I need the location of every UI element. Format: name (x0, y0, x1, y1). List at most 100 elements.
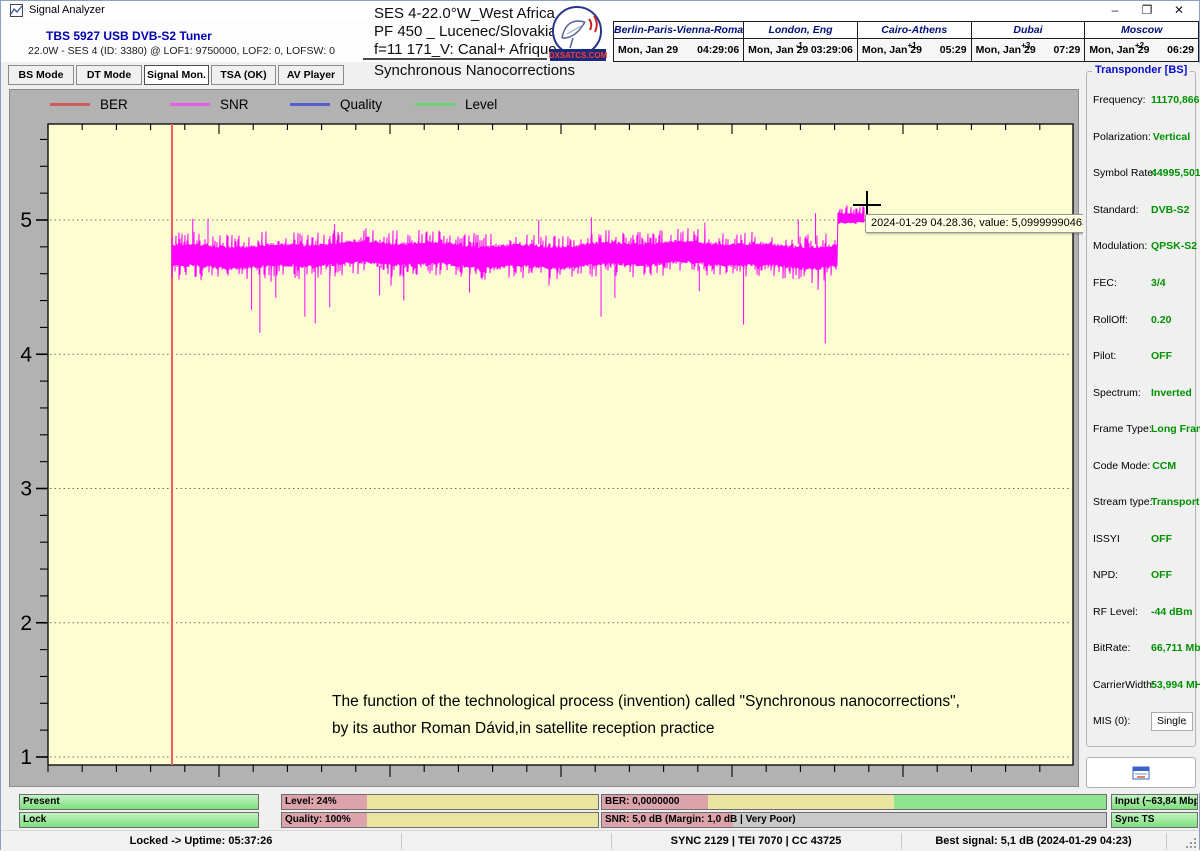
clock-berlin-date: Mon, Jan 29 (618, 44, 678, 56)
transponder-row: CarrierWidth:53,994 MHz (1093, 667, 1193, 704)
transponder-row-label: BitRate: (1093, 642, 1149, 654)
header-divider (363, 58, 547, 60)
tab-bs-mode[interactable]: BS Mode (8, 65, 74, 85)
transponder-row-value: QPSK-S2 (1151, 240, 1197, 252)
transponder-row-label: Stream type: (1093, 496, 1149, 508)
transponder-row-label: Pilot: (1093, 350, 1149, 362)
transponder-row-label: Frame Type: (1093, 423, 1149, 435)
transponder-row-label: Standard: (1093, 204, 1149, 216)
transponder-groupbox: Transponder [BS] Frequency:11170,866 MHz… (1086, 71, 1196, 747)
transponder-row-value: Vertical (1153, 131, 1190, 143)
transponder-row-value: 0.20 (1151, 314, 1171, 326)
tab-av-player[interactable]: AV Player (278, 65, 344, 85)
transponder-row-label: CarrierWidth: (1093, 679, 1149, 691)
transponder-row-label: Symbol Rate: (1093, 167, 1149, 179)
clock-berlin-time: 04:29:06 (697, 44, 739, 56)
input-bar: Input (~63,84 Mbps) (1111, 794, 1198, 810)
capture-button[interactable] (1086, 757, 1196, 788)
report-icon (1132, 766, 1150, 780)
mode-tabs: BS Mode DT Mode Signal Mon. TSA (OK) AV … (1, 62, 1081, 89)
clock-london: London, Eng Mon, Jan 29 -1 03:29:06 (744, 21, 858, 62)
transponder-row-value: Transport (1151, 496, 1199, 508)
transponder-row-value: 53,994 MHz (1151, 679, 1200, 691)
transponder-group-label: Transponder [BS] (1092, 64, 1190, 76)
tab-signal-mon[interactable]: Signal Mon. (144, 65, 209, 85)
transponder-row: Symbol Rate:44995,501 KS/s (1093, 155, 1193, 192)
clock-london-offset: -1 (796, 41, 803, 50)
present-bar-label: Present (23, 796, 60, 807)
minimize-button[interactable]: – (1099, 1, 1131, 21)
status-best-signal: Best signal: 5,1 dB (2024-01-29 04:23) (901, 831, 1166, 851)
transponder-row-label: Frequency: (1093, 94, 1149, 106)
clock-moscow: Moscow Mon, Jan 29 +2 06:29 (1085, 21, 1199, 62)
chart-annotation-line1: The function of the technological proces… (332, 688, 960, 715)
transponder-row-value: OFF (1151, 569, 1172, 581)
transponder-row: NPD:OFF (1093, 557, 1193, 594)
satellite-header-line1: SES 4-22.0°W_West Africa (374, 5, 555, 22)
signal-analyzer-window: { "window": { "title": "Signal Analyzer"… (0, 0, 1200, 850)
transponder-row-value: 66,711 Mbit/s (1151, 642, 1200, 654)
svg-text:2: 2 (20, 612, 32, 635)
ber-bar: BER: 0,0000000 (601, 794, 1107, 810)
maximize-button[interactable]: ❐ (1131, 1, 1163, 21)
transponder-row-label: RF Level: (1093, 606, 1149, 618)
snr-bar-label: SNR: 5,0 dB (Margin: 1,0 dB | Very Poor) (605, 814, 796, 825)
window-title: Signal Analyzer (29, 4, 105, 16)
transponder-row: FEC:3/4 (1093, 265, 1193, 302)
present-bar: Present (19, 794, 259, 810)
mis-select[interactable]: Single⌄ (1151, 712, 1193, 731)
tab-tsa[interactable]: TSA (OK) (211, 65, 276, 85)
status-uptime: Locked -> Uptime: 05:37:26 (1, 831, 401, 851)
transponder-row: Pilot:OFF (1093, 338, 1193, 375)
chart-annotation-line2: by its author Roman Dávid,in satellite r… (332, 715, 960, 742)
mis-row: MIS (0):Single⌄ (1093, 709, 1193, 733)
status-bar: Locked -> Uptime: 05:37:26 SYNC 2129 | T… (1, 830, 1199, 851)
clock-berlin-city: Berlin-Paris-Vienna-Roma (614, 22, 743, 39)
snr-plot[interactable]: 12345 (10, 90, 1078, 786)
tuner-details: 22.0W - SES 4 (ID: 3380) @ LOF1: 9750000… (28, 45, 335, 57)
transponder-row-value: Inverted (1151, 387, 1192, 399)
transponder-row: Stream type:Transport (1093, 484, 1193, 521)
sync-ts-bar-label: Sync TS (1115, 814, 1154, 825)
transponder-row: Spectrum:Inverted (1093, 374, 1193, 411)
chevron-down-icon: ⌄ (1181, 714, 1189, 731)
transponder-row-value: 11170,866 MHz (1151, 94, 1200, 106)
close-button[interactable]: ✕ (1163, 1, 1195, 21)
lock-bar-label: Lock (23, 814, 46, 825)
transponder-row-label: Code Mode: (1093, 460, 1150, 472)
level-bar-label: Level: 24% (285, 796, 337, 807)
ber-bar-label: BER: 0,0000000 (605, 796, 680, 807)
clock-moscow-offset: +2 (1135, 41, 1144, 50)
clock-dubai-city: Dubai (972, 22, 1085, 39)
transponder-row-label: Spectrum: (1093, 387, 1149, 399)
window-controls: – ❐ ✕ (1099, 1, 1195, 21)
transponder-row-label: ISSYI (1093, 533, 1149, 545)
dxsatcs-logo: DXSATCS.COM (547, 5, 609, 63)
transponder-row: RF Level:-44 dBm (1093, 594, 1193, 631)
clock-london-city: London, Eng (744, 22, 857, 39)
signal-monitor-chart: BER SNR Quality Level 12345 2024-01-29 0… (9, 89, 1079, 787)
clock-cairo: Cairo-Athens Mon, Jan 29 +1 05:29 (858, 21, 972, 62)
chart-annotation: The function of the technological proces… (332, 688, 960, 742)
clock-dubai-offset: +3 (1021, 41, 1030, 50)
clock-moscow-city: Moscow (1085, 22, 1198, 39)
transponder-row-label: NPD: (1093, 569, 1149, 581)
tab-dt-mode[interactable]: DT Mode (76, 65, 142, 85)
clock-cairo-offset: +1 (907, 41, 916, 50)
transponder-row-value: Long Frame (1151, 423, 1200, 435)
sync-ts-bar: Sync TS (1111, 812, 1198, 828)
transponder-row: Frame Type:Long Frame (1093, 411, 1193, 448)
transponder-row-value: 3/4 (1151, 277, 1166, 289)
quality-bar: Quality: 100% (281, 812, 599, 828)
transponder-row-value: OFF (1151, 533, 1172, 545)
transponder-row-label: Modulation: (1093, 240, 1149, 252)
transponder-row: Modulation:QPSK-S2 (1093, 228, 1193, 265)
clock-cairo-time: 05:29 (940, 44, 967, 56)
transponder-row: BitRate:66,711 Mbit/s (1093, 630, 1193, 667)
resize-grip-icon[interactable] (1184, 836, 1197, 849)
dxsatcs-logo-caption: DXSATCS.COM (549, 51, 608, 60)
svg-text:5: 5 (20, 209, 32, 232)
transponder-row: RollOff:0.20 (1093, 301, 1193, 338)
transponder-row: ISSYIOFF (1093, 521, 1193, 558)
transponder-row-value: -44 dBm (1151, 606, 1192, 618)
